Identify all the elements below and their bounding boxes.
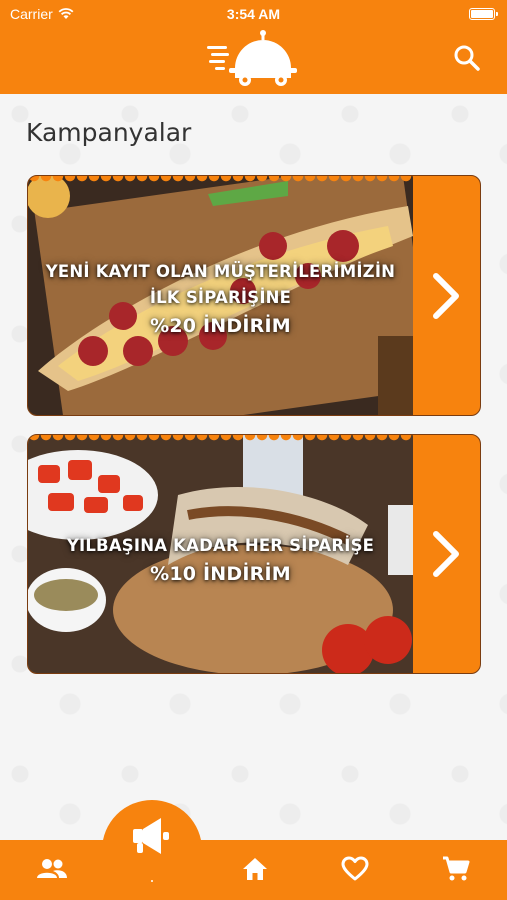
campaign-arrow[interactable] — [412, 176, 480, 415]
status-bar: Carrier 3:54 AM — [0, 0, 507, 28]
megaphone-icon — [133, 818, 169, 854]
heart-icon — [341, 856, 369, 881]
campaign-card[interactable]: YILBAŞINA KADAR HER SİPARİŞE %10 İNDİRİM — [27, 434, 481, 674]
search-icon[interactable] — [453, 44, 481, 72]
campaign-subline: İLK SİPARİŞİNE — [149, 288, 292, 307]
chevron-right-icon — [433, 531, 459, 577]
campaign-card[interactable]: YENİ KAYIT OLAN MÜŞTERİLERİMİZİN İLK SİP… — [27, 175, 481, 416]
campaign-headline: YILBAŞINA KADAR HER SİPARİŞE — [66, 536, 375, 555]
status-time: 3:54 AM — [226, 6, 281, 22]
chevron-right-icon — [433, 272, 459, 319]
app-header: Carrier 3:54 AM — [0, 0, 507, 94]
food-delivery-logo-icon — [207, 30, 297, 86]
campaign-arrow[interactable] — [412, 435, 480, 673]
campaign-text: YILBAŞINA KADAR HER SİPARİŞE %10 İNDİRİM — [28, 533, 413, 589]
page-title: Kampanyalar — [26, 118, 192, 147]
active-indicator — [151, 880, 153, 882]
nav-users[interactable] — [37, 854, 67, 884]
home-icon — [243, 858, 267, 880]
campaign-headline: YENİ KAYIT OLAN MÜŞTERİLERİMİZİN — [45, 262, 396, 281]
campaign-discount: %10 İNDİRİM — [150, 563, 291, 585]
campaign-discount: %20 İNDİRİM — [150, 315, 291, 337]
battery-icon — [469, 8, 498, 20]
nav-favorites[interactable] — [340, 854, 370, 884]
cart-icon — [443, 856, 470, 881]
nav-home[interactable] — [240, 854, 270, 884]
nav-campaigns[interactable] — [127, 812, 177, 862]
campaign-text: YENİ KAYIT OLAN MÜŞTERİLERİMİZİN İLK SİP… — [28, 259, 413, 341]
nav-cart[interactable] — [441, 854, 471, 884]
users-icon — [37, 859, 67, 878]
